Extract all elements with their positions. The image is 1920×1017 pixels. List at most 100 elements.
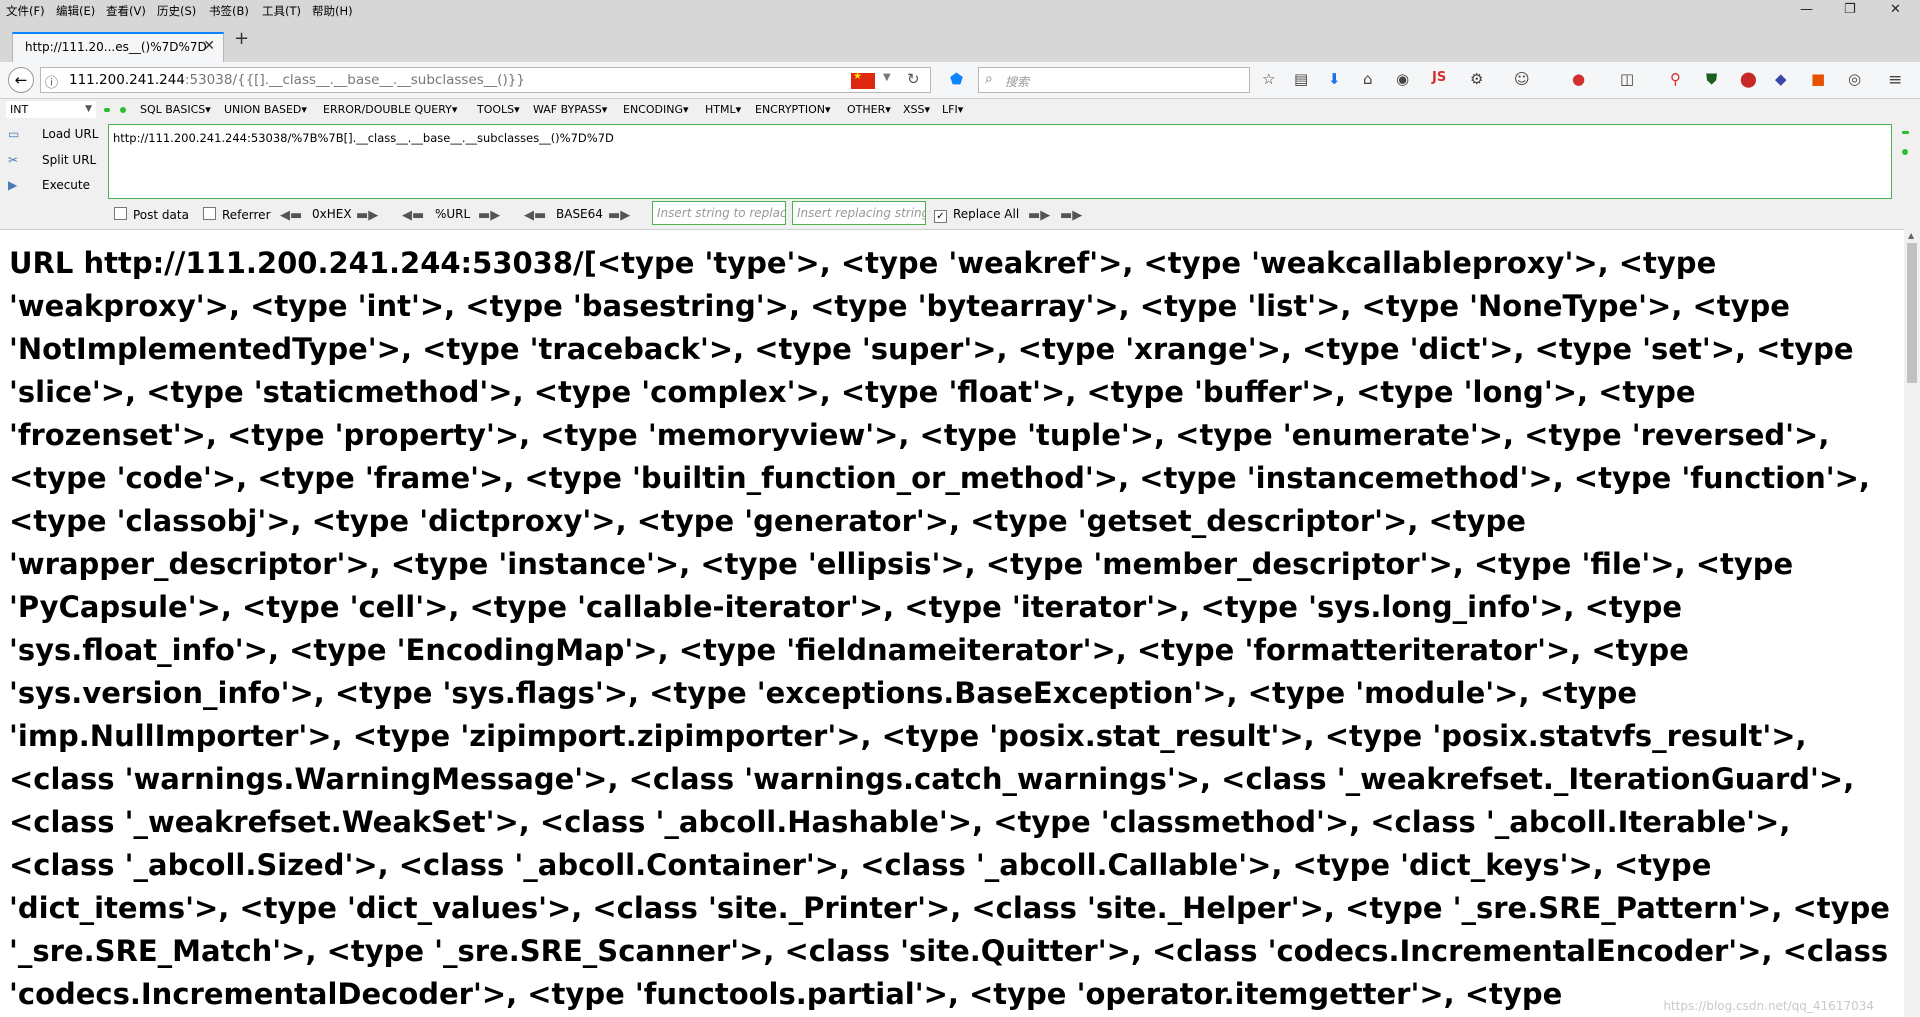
tab-active[interactable]: http://111.20...es__()%7D%7D ✕ xyxy=(12,32,224,62)
hackbar-menu-encryption[interactable]: ENCRYPTION▾ xyxy=(755,103,831,116)
info-icon[interactable]: ⓘ xyxy=(45,72,58,91)
menu-bookmarks[interactable]: 书签(B) xyxy=(209,3,249,19)
vertical-scrollbar[interactable]: ▲ xyxy=(1904,229,1920,1017)
zoom-icon[interactable]: ⚲ xyxy=(1670,70,1681,88)
restore-button[interactable]: ❐ xyxy=(1844,2,1856,17)
tab-strip: http://111.20...es__()%7D%7D ✕ xyxy=(0,20,1920,62)
base64-right-icon[interactable]: ▬▶ xyxy=(608,208,630,223)
hackbar-menu-other[interactable]: OTHER▾ xyxy=(847,103,891,116)
url-text: 111.200.241.244:53038/{{[].__class__.__b… xyxy=(69,72,525,88)
url-encode-left-icon[interactable]: ◀▬ xyxy=(402,208,424,223)
reload-icon[interactable]: ↻ xyxy=(907,70,920,88)
url-encode-label: %URL xyxy=(435,207,471,221)
scroll-up-icon[interactable]: ▲ xyxy=(1908,231,1914,240)
split-url-button[interactable]: ✂ Split URL xyxy=(8,153,96,167)
home-icon[interactable]: ⌂ xyxy=(1363,70,1373,88)
china-flag-icon: ★ xyxy=(851,71,875,89)
addon-icon[interactable]: ■ xyxy=(1811,70,1825,88)
page-content: URL http://111.200.241.244:53038/[<type … xyxy=(0,229,1904,1017)
replacing-string-input[interactable]: Insert replacing string xyxy=(792,201,926,225)
hackbar-type-select[interactable]: INT ▼ xyxy=(6,101,96,118)
nav-bar: ← ⓘ 111.200.241.244:53038/{{[].__class__… xyxy=(0,62,1920,99)
base64-label: BASE64 xyxy=(556,207,603,221)
tab-title: http://111.20...es__()%7D%7D xyxy=(25,40,207,54)
status-dot-icon xyxy=(104,108,110,112)
checkbox-checked-icon: ✓ xyxy=(934,210,947,223)
status-dot-icon xyxy=(1902,131,1909,134)
menu-tools[interactable]: 工具(T) xyxy=(262,3,301,19)
globe-icon[interactable]: ◉ xyxy=(1396,70,1409,88)
url-host: 111.200.241.244 xyxy=(69,72,185,88)
hackbar-menu-lfi[interactable]: LFI▾ xyxy=(942,103,963,116)
scrollbar-thumb[interactable] xyxy=(1907,243,1917,383)
hackbar-toolbar: INT ▼ SQL BASICS▾ UNION BASED▾ ERROR/DOUB… xyxy=(0,99,1920,121)
hackbar-type-value: INT xyxy=(10,103,29,116)
menu-hamburger-icon[interactable]: ≡ xyxy=(1888,70,1902,90)
page-icon[interactable]: ◫ xyxy=(1620,70,1634,88)
hackbar-menu-sql-basics[interactable]: SQL BASICS▾ xyxy=(140,103,211,116)
status-dot-icon xyxy=(1902,149,1908,155)
window-close-button[interactable]: ✕ xyxy=(1890,2,1901,17)
checkbox-icon xyxy=(114,207,127,220)
extension-icon[interactable]: ⚙ xyxy=(1470,70,1483,88)
search-bar[interactable]: ⌕ 搜索 xyxy=(978,67,1250,93)
status-dot-icon xyxy=(120,107,126,113)
cookie-icon[interactable]: ☺ xyxy=(1514,70,1530,88)
hackbar-menu-union-based[interactable]: UNION BASED▾ xyxy=(224,103,307,116)
execute-icon: ▶ xyxy=(8,178,18,192)
hackbar-menu-encoding[interactable]: ENCODING▾ xyxy=(623,103,689,116)
load-url-icon: ▭ xyxy=(8,127,20,141)
bookmark-star-icon[interactable]: ☆ xyxy=(1262,70,1275,88)
base64-left-icon[interactable]: ◀▬ xyxy=(524,208,546,223)
new-tab-button[interactable]: + xyxy=(234,28,249,49)
mask-icon[interactable]: ◎ xyxy=(1848,70,1861,88)
search-placeholder: 搜索 xyxy=(1005,75,1030,89)
back-button[interactable]: ← xyxy=(8,67,34,93)
js-icon[interactable]: JS xyxy=(1432,70,1446,85)
replace-right-icon[interactable]: ▬▶ xyxy=(1028,208,1050,223)
search-icon: ⌕ xyxy=(985,71,993,87)
hackbar-menu-tools[interactable]: TOOLS▾ xyxy=(477,103,520,116)
replace-all-checkbox[interactable]: ✓ Replace All xyxy=(934,207,1019,223)
menu-help[interactable]: 帮助(H) xyxy=(312,3,353,19)
referrer-checkbox[interactable]: Referrer xyxy=(203,207,271,222)
split-url-icon: ✂ xyxy=(8,153,19,167)
menu-history[interactable]: 历史(S) xyxy=(157,3,196,19)
hex-encode-right-icon[interactable]: ▬▶ xyxy=(356,208,378,223)
download-icon[interactable]: ⬇ xyxy=(1328,70,1341,88)
minimize-button[interactable]: — xyxy=(1800,2,1813,17)
reading-list-icon[interactable]: ▤ xyxy=(1294,70,1308,88)
post-data-checkbox[interactable]: Post data xyxy=(114,207,189,222)
menu-view[interactable]: 查看(V) xyxy=(106,3,146,19)
hackbar-menu-xss[interactable]: XSS▾ xyxy=(903,103,930,116)
tab-close-icon[interactable]: ✕ xyxy=(203,38,215,54)
hackbar-url-textarea[interactable]: http://111.200.241.244:53038/%7B%7B[].__… xyxy=(108,124,1892,199)
diamond-icon[interactable]: ◆ xyxy=(1775,70,1787,88)
proxy-icon[interactable]: ● xyxy=(1572,70,1585,88)
url-path: :53038/{{[].__class__.__base__.__subclas… xyxy=(184,72,525,88)
replace-left-icon[interactable]: ▬▶ xyxy=(1060,208,1082,223)
menu-edit[interactable]: 编辑(E) xyxy=(56,3,95,19)
menu-file[interactable]: 文件(F) xyxy=(6,3,45,19)
hex-label: 0xHEX xyxy=(312,207,352,221)
hackbar-panel: ▭ Load URL ✂ Split URL ▶ Execute http://111… xyxy=(0,121,1920,230)
chevron-down-icon[interactable]: ▼ xyxy=(883,72,891,83)
checkbox-icon xyxy=(203,207,216,220)
url-encode-right-icon[interactable]: ▬▶ xyxy=(478,208,500,223)
adblock-icon[interactable]: ⬤ xyxy=(1740,70,1757,88)
hackbar-menu-waf-bypass[interactable]: WAF BYPASS▾ xyxy=(533,103,607,116)
hackbar-menu-html[interactable]: HTML▾ xyxy=(705,103,741,116)
url-bar[interactable]: ⓘ 111.200.241.244:53038/{{[].__class__._… xyxy=(40,67,931,93)
watermark: https://blog.csdn.net/qq_41617034 xyxy=(1663,999,1874,1013)
load-url-button[interactable]: ▭ Load URL xyxy=(8,127,98,141)
chevron-down-icon: ▼ xyxy=(85,104,92,114)
puzzle-icon[interactable]: ⬟ xyxy=(950,70,963,88)
menu-bar: 文件(F) 编辑(E) 查看(V) 历史(S) 书签(B) 工具(T) 帮助(H… xyxy=(0,0,1920,20)
back-arrow-icon: ← xyxy=(14,71,28,89)
response-text: URL http://111.200.241.244:53038/[<type … xyxy=(9,246,1890,1011)
hex-encode-left-icon[interactable]: ◀▬ xyxy=(280,208,302,223)
execute-button[interactable]: ▶ Execute xyxy=(8,178,90,192)
shield-icon[interactable]: ⛊ xyxy=(1706,70,1717,88)
hackbar-menu-error-double-query[interactable]: ERROR/DOUBLE QUERY▾ xyxy=(323,103,457,116)
insert-string-input[interactable]: Insert string to replace xyxy=(652,201,786,225)
